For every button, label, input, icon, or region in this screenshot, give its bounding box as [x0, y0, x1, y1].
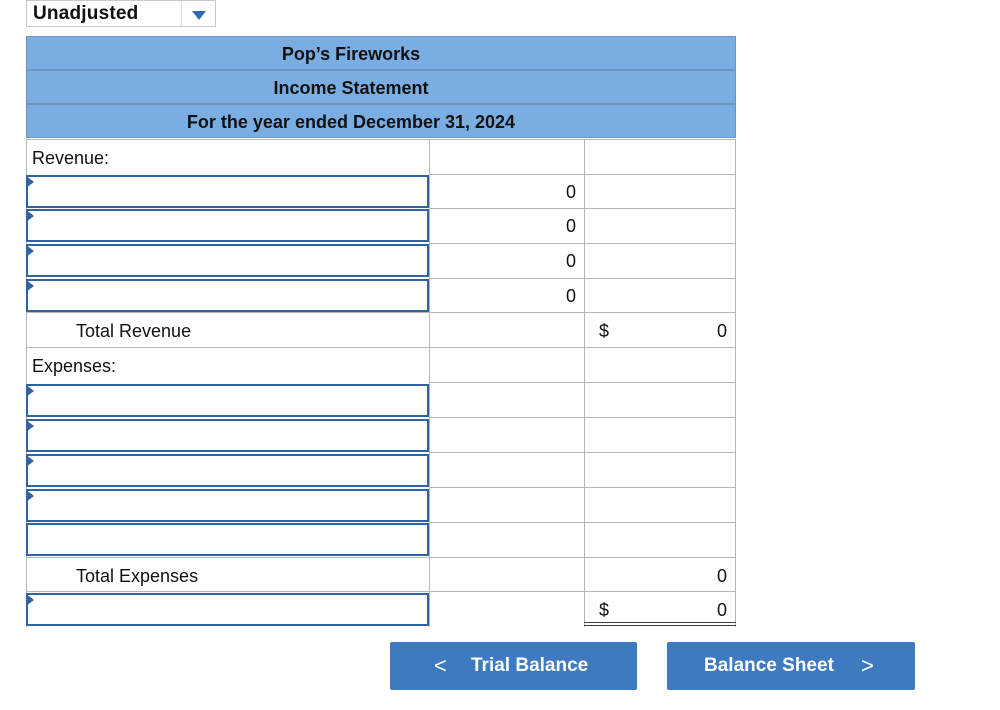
dropdown-marker-icon — [26, 210, 34, 222]
dropdown-marker-icon — [26, 385, 34, 397]
net-income-account-input[interactable] — [26, 593, 429, 626]
expense-amount-cell[interactable] — [429, 383, 584, 418]
statement-type-dropdown[interactable]: Unadjusted — [26, 0, 216, 27]
dropdown-marker-icon — [26, 490, 34, 502]
revenue-heading-row: Revenue: — [26, 140, 736, 175]
revenue-row: 0 — [26, 243, 736, 278]
company-name: Pop’s Fireworks — [281, 44, 421, 64]
statement-title-header: Income Statement — [26, 70, 736, 104]
expense-row — [26, 418, 736, 453]
balance-sheet-label: Balance Sheet — [704, 655, 834, 676]
revenue-account-input[interactable] — [26, 279, 429, 312]
expenses-heading-row: Expenses: — [26, 348, 736, 383]
statement-type-value: Unadjusted — [33, 3, 139, 24]
dropdown-marker-icon — [26, 594, 34, 606]
dropdown-marker-icon — [26, 245, 34, 257]
chevron-left-icon: < — [434, 653, 447, 678]
expense-row — [26, 522, 736, 557]
expense-account-input[interactable] — [26, 384, 429, 417]
total-expenses-label: Total Expenses — [76, 566, 199, 586]
expense-amount-cell[interactable] — [429, 488, 584, 523]
expenses-heading: Expenses: — [32, 356, 117, 376]
chevron-right-icon: > — [861, 653, 874, 678]
revenue-row: 0 — [26, 208, 736, 243]
currency-symbol: $ — [599, 600, 610, 620]
balance-sheet-button[interactable]: Balance Sheet > — [667, 642, 915, 690]
total-expenses-row: Total Expenses 0 — [26, 558, 736, 593]
total-expenses-value: 0 — [716, 566, 727, 586]
dropdown-marker-icon — [26, 176, 34, 188]
trial-balance-label: Trial Balance — [471, 655, 589, 676]
revenue-heading: Revenue: — [32, 148, 110, 168]
statement-period-header: For the year ended December 31, 2024 — [26, 104, 736, 138]
revenue-amount-cell[interactable]: 0 — [429, 243, 584, 278]
statement-period: For the year ended December 31, 2024 — [186, 112, 516, 132]
revenue-account-input[interactable] — [26, 209, 429, 242]
total-revenue-label: Total Revenue — [76, 321, 192, 341]
revenue-account-input[interactable] — [26, 244, 429, 277]
expense-row — [26, 488, 736, 523]
revenue-row: 0 — [26, 278, 736, 313]
trial-balance-button[interactable]: < Trial Balance — [390, 642, 637, 690]
expense-row — [26, 453, 736, 488]
expense-account-input[interactable] — [26, 489, 429, 522]
expense-account-input[interactable] — [26, 523, 429, 556]
expense-amount-cell[interactable] — [429, 453, 584, 488]
total-revenue-value: 0 — [716, 321, 727, 341]
revenue-account-input[interactable] — [26, 175, 429, 208]
total-revenue-row: Total Revenue $ 0 — [26, 313, 736, 348]
dropdown-marker-icon — [26, 455, 34, 467]
dropdown-marker-icon — [26, 280, 34, 292]
revenue-amount: 0 — [565, 216, 576, 236]
expense-account-input[interactable] — [26, 419, 429, 452]
net-income-value: 0 — [716, 600, 727, 620]
revenue-amount-cell[interactable]: 0 — [429, 278, 584, 313]
expense-row — [26, 383, 736, 418]
expense-amount-cell[interactable] — [429, 522, 584, 557]
company-name-header: Pop’s Fireworks — [26, 36, 736, 70]
currency-symbol: $ — [599, 321, 610, 341]
revenue-amount-cell[interactable]: 0 — [429, 174, 584, 209]
revenue-amount: 0 — [565, 251, 576, 271]
dropdown-marker-icon — [26, 420, 34, 432]
expense-account-input[interactable] — [26, 454, 429, 487]
expense-amount-cell[interactable] — [429, 418, 584, 453]
revenue-amount: 0 — [565, 182, 576, 202]
revenue-row: 0 — [26, 174, 736, 209]
revenue-amount-cell[interactable]: 0 — [429, 208, 584, 243]
statement-title: Income Statement — [273, 78, 429, 98]
revenue-amount: 0 — [565, 286, 576, 306]
chevron-down-icon[interactable] — [181, 1, 215, 26]
double-underline — [584, 622, 736, 626]
